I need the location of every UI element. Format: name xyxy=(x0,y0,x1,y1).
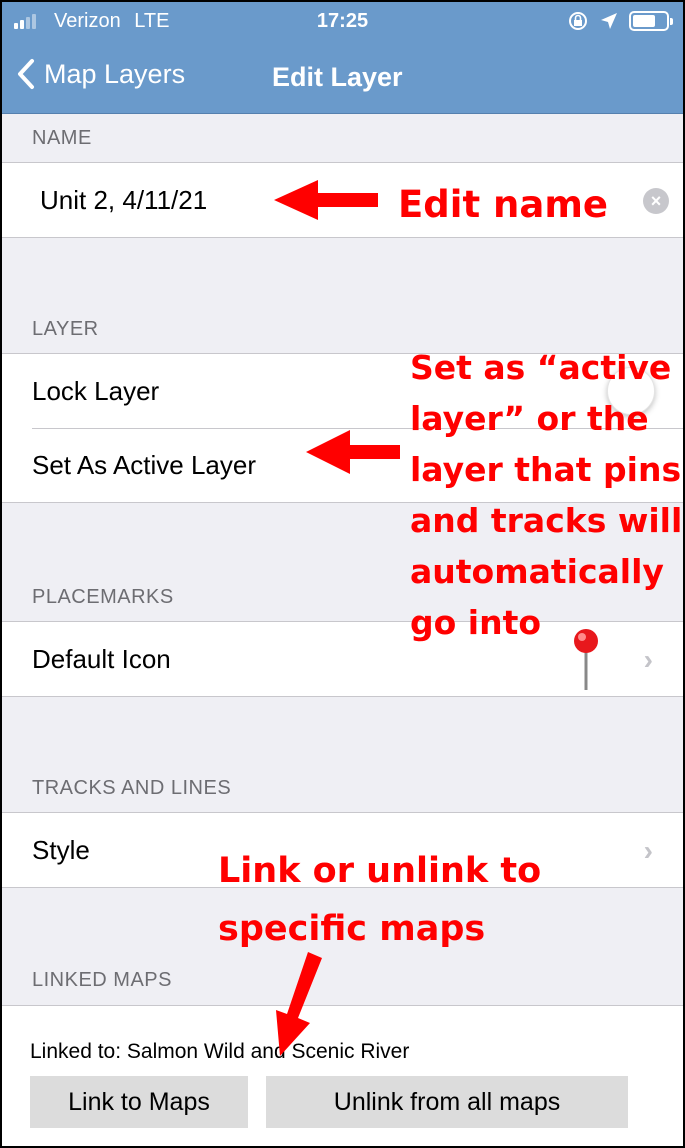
arrow-down-icon xyxy=(276,952,322,1056)
section-header-name: NAME xyxy=(32,127,92,149)
link-to-maps-button[interactable]: Link to Maps xyxy=(30,1076,248,1128)
chevron-left-icon xyxy=(18,59,34,89)
section-header-layer: LAYER xyxy=(32,318,99,340)
back-button[interactable]: Map Layers xyxy=(16,58,185,90)
set-active-layer-label: Set As Active Layer xyxy=(32,449,257,480)
clear-text-icon[interactable]: × xyxy=(643,188,669,214)
linked-to-text: Linked to: Salmon Wild and Scenic River xyxy=(30,1040,410,1063)
location-arrow-icon xyxy=(601,13,617,29)
status-icons xyxy=(567,10,673,32)
lock-layer-label: Lock Layer xyxy=(32,375,160,406)
annotation-line: and tracks will xyxy=(410,501,683,540)
battery-icon xyxy=(629,11,673,31)
annotation-line: Link or unlink to xyxy=(218,851,542,891)
screenshot-frame: Verizon LTE 17:25 Map Layers Edit Layer … xyxy=(2,2,683,1146)
annotation-link-maps: Link or unlink to specific maps xyxy=(218,842,541,958)
unlink-all-maps-button[interactable]: Unlink from all maps xyxy=(266,1076,628,1128)
navigation-bar: Map Layers Edit Layer xyxy=(2,40,683,114)
arrow-left-icon xyxy=(274,180,378,220)
linked-maps-panel: Linked to: Salmon Wild and Scenic River … xyxy=(2,1005,683,1146)
annotation-line: go into xyxy=(410,603,542,642)
section-header-placemarks: PLACEMARKS xyxy=(32,586,174,608)
status-bar: Verizon LTE 17:25 xyxy=(2,2,683,40)
back-button-label: Map Layers xyxy=(44,58,186,89)
orientation-lock-icon xyxy=(569,12,587,30)
annotation-active-layer: Set as “active layer” or the layer that … xyxy=(410,342,682,648)
annotation-line: layer” or the xyxy=(410,399,649,438)
section-header-linked-maps: LINKED MAPS xyxy=(32,969,172,991)
chevron-right-icon: › xyxy=(643,644,653,675)
annotation-line: automatically xyxy=(410,552,664,591)
section-header-tracks: TRACKS AND LINES xyxy=(32,777,232,799)
default-icon-label: Default Icon xyxy=(32,643,171,674)
annotation-line: specific maps xyxy=(218,909,486,949)
annotation-line: layer that pins xyxy=(410,450,682,489)
arrow-left-icon xyxy=(306,430,400,474)
style-label: Style xyxy=(32,834,90,865)
page-title: Edit Layer xyxy=(272,62,403,92)
annotation-edit-name: Edit name xyxy=(398,183,608,226)
annotation-line: Set as “active xyxy=(410,348,672,387)
chevron-right-icon: › xyxy=(643,835,653,866)
layer-name-value: Unit 2, 4/11/21 xyxy=(40,184,208,215)
